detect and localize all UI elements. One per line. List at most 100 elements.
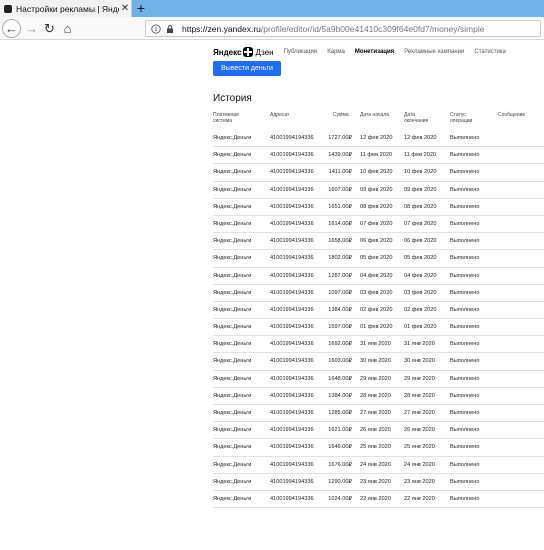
- cell-recipient: 41001994194336: [270, 427, 314, 434]
- table-row: Яндекс.Деньги 41001994194336 1646.00₽ 25 ян…: [213, 439, 544, 457]
- table-row: Яндекс.Деньги 41001994194336 1658.00₽ 06 фе…: [213, 233, 544, 251]
- info-icon[interactable]: [150, 23, 162, 35]
- cell-payment-system: Яндекс.Деньги: [213, 444, 252, 451]
- cell-start-date: 31 янв 2020: [360, 341, 391, 348]
- cell-amount: 1287.00₽: [328, 272, 352, 279]
- reload-icon[interactable]: ↻: [40, 19, 59, 38]
- logo[interactable]: Яндекс Дзен: [213, 47, 274, 57]
- table-row: Яндекс.Деньги 41001994194336 1651.00₽ 08 фе…: [213, 199, 544, 216]
- cell-status: Выполнено: [450, 375, 480, 382]
- cell-amount: 1658.00₽: [328, 238, 352, 245]
- back-arrow-icon[interactable]: ←: [2, 19, 21, 38]
- cell-end-date: 31 янв 2020: [404, 341, 435, 348]
- cell-recipient: 41001994194336: [270, 495, 314, 502]
- cell-recipient: 41001994194336: [270, 203, 314, 210]
- cell-amount: 1384.00₽: [328, 306, 352, 313]
- cell-status: Выполнено: [450, 427, 480, 434]
- menu-item-publications[interactable]: Публикации: [284, 49, 318, 55]
- cell-status: Выполнено: [450, 341, 480, 348]
- cell-recipient: 41001994194336: [270, 289, 314, 296]
- table-row: Яндекс.Деньги 41001994194336 1621.00₽ 26 ян…: [213, 422, 544, 440]
- cell-status: Выполнено: [450, 203, 480, 210]
- cell-amount: 1621.00₽: [328, 427, 352, 434]
- cell-payment-system: Яндекс.Деньги: [213, 375, 252, 382]
- withdraw-button[interactable]: Вывести деньги: [213, 61, 281, 76]
- cell-amount: 1676.00₽: [328, 461, 352, 468]
- cell-status: Выполнено: [450, 324, 480, 331]
- cell-start-date: 30 янв 2020: [360, 358, 391, 365]
- cell-amount: 1646.00₽: [328, 444, 352, 451]
- history-title: История: [213, 93, 252, 104]
- cell-status: Выполнено: [450, 135, 480, 141]
- cell-amount: 1439.00₽: [328, 152, 352, 159]
- cell-start-date: 05 фев 2020: [360, 255, 393, 262]
- menu-item-karma[interactable]: Карма: [327, 49, 345, 55]
- cell-end-date: 05 фев 2020: [404, 255, 437, 262]
- cell-amount: 1603.00₽: [328, 358, 352, 365]
- column-header-message: Сообщение: [498, 112, 526, 118]
- cell-end-date: 27 янв 2020: [404, 410, 435, 416]
- lock-icon[interactable]: [164, 23, 176, 35]
- cell-end-date: 24 янв 2020: [404, 461, 435, 468]
- tab-favicon-icon: [4, 4, 12, 13]
- cell-recipient: 41001994194336: [270, 255, 314, 262]
- home-icon[interactable]: ⌂: [58, 19, 77, 38]
- cell-recipient: 41001994194336: [270, 341, 314, 348]
- cell-start-date: 29 янв 2020: [360, 375, 391, 382]
- cell-start-date: 09 фев 2020: [360, 186, 393, 193]
- cell-amount: 1802.00₽: [328, 255, 352, 262]
- column-header-payment-system: Платежная система: [213, 112, 239, 124]
- cell-end-date: 10 фев 2020: [404, 169, 437, 176]
- cell-payment-system: Яндекс.Деньги: [213, 169, 252, 176]
- column-header-recipient: Адресат: [270, 112, 290, 118]
- cell-amount: 1607.00₽: [328, 186, 352, 193]
- cell-status: Выполнено: [450, 220, 480, 227]
- cell-payment-system: Яндекс.Деньги: [213, 495, 252, 502]
- cell-recipient: 41001994194336: [270, 306, 314, 313]
- table-row: Яндекс.Деньги 41001994194336 1727.00₽ 12 фе…: [213, 130, 544, 148]
- cell-payment-system: Яндекс.Деньги: [213, 152, 252, 159]
- forward-arrow-icon[interactable]: →: [22, 19, 41, 38]
- table-row: Яндекс.Деньги 41001994194336 1614.00₽ 07 фе…: [213, 216, 544, 234]
- cell-payment-system: Яндекс.Деньги: [213, 220, 252, 227]
- history-table: Платежная система Адресат Сумма Дата нач…: [213, 112, 544, 509]
- cell-end-date: 30 янв 2020: [404, 358, 435, 365]
- cell-end-date: 26 янв 2020: [404, 427, 435, 434]
- cell-recipient: 41001994194336: [270, 169, 314, 176]
- close-icon[interactable]: ✕: [119, 3, 131, 14]
- cell-amount: 1024.00₽: [328, 495, 352, 502]
- menu-item-ad-campaigns[interactable]: Рекламные кампании: [404, 49, 464, 55]
- column-header-status: Статус операции: [450, 112, 473, 124]
- cell-end-date: 06 фев 2020: [404, 238, 437, 245]
- table-row: Яндекс.Деньги 41001994194336 1287.00₽ 04 фе…: [213, 268, 544, 285]
- cell-status: Выполнено: [450, 238, 480, 245]
- menu-item-monetization[interactable]: Монетизация: [355, 49, 394, 55]
- logo-dzen: Дзен: [255, 47, 274, 57]
- cell-amount: 1692.00₽: [328, 341, 352, 348]
- browser-tab[interactable]: Настройки рекламы | Яндекс. ✕: [0, 0, 132, 17]
- column-header-amount: Сумма: [333, 112, 349, 118]
- tab-strip: Настройки рекламы | Яндекс. ✕ +: [0, 0, 544, 17]
- cell-status: Выполнено: [450, 289, 480, 296]
- plus-icon[interactable]: +: [134, 0, 148, 17]
- cell-status: Выполнено: [450, 410, 480, 416]
- table-header: Платежная система Адресат Сумма Дата нач…: [213, 112, 544, 130]
- table-row: Яндекс.Деньги 41001994194336 1603.00₽ 30 ян…: [213, 353, 544, 371]
- cell-start-date: 28 янв 2020: [360, 392, 391, 399]
- cell-start-date: 23 янв 2020: [360, 478, 391, 485]
- url-text[interactable]: https://zen.yandex.ru/profile/editor/id/…: [182, 24, 484, 34]
- table-row: Яндекс.Деньги 41001994194336 1802.00₽ 05 фе…: [213, 250, 544, 268]
- address-bar[interactable]: https://zen.yandex.ru/profile/editor/id/…: [145, 20, 541, 37]
- cell-start-date: 25 янв 2020: [360, 444, 391, 451]
- cell-end-date: 28 янв 2020: [404, 392, 435, 399]
- cell-start-date: 07 фев 2020: [360, 220, 393, 227]
- menu-item-statistics[interactable]: Статистика: [474, 49, 506, 55]
- cell-amount: 1290.00₽: [328, 478, 352, 485]
- navigation-bar: ← → ↻ ⌂ https://zen.yandex.ru/profile/ed…: [0, 17, 544, 40]
- cell-payment-system: Яндекс.Деньги: [213, 289, 252, 296]
- cell-status: Выполнено: [450, 186, 480, 193]
- cell-recipient: 41001994194336: [270, 220, 314, 227]
- cell-payment-system: Яндекс.Деньги: [213, 341, 252, 348]
- cell-end-date: 07 фев 2020: [404, 220, 437, 227]
- cell-payment-system: Яндекс.Деньги: [213, 478, 252, 485]
